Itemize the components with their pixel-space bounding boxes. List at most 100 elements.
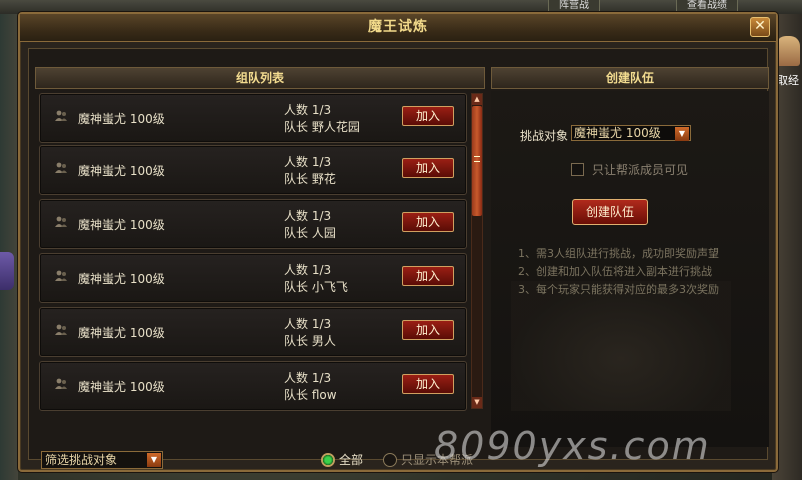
npc-avatar-icon[interactable] [776,36,800,66]
leader-name: 人园 [311,226,336,240]
grip-icon [474,156,480,162]
scroll-down-icon[interactable]: ▼ [472,397,482,408]
count-prefix: 人数 [284,371,309,385]
leader-name: 野人花园 [311,120,360,134]
filter-select[interactable]: 筛选挑战对象 ▼ [41,451,163,469]
member-count: 人数 1/3 [284,315,331,332]
team-row: 魔神蚩尤 100级 人数 1/3 队长 flow 加入 [39,361,467,411]
team-list-header: 组队列表 [35,67,485,89]
watermark: 8090yxs.com [434,424,711,468]
target-select[interactable]: 魔神蚩尤 100级 ▼ [571,125,691,141]
leader-prefix: 队长 [284,334,309,348]
target-label: 挑战对象 [520,129,569,143]
count-value: 1/3 [311,317,332,331]
team-leader: 队长 flow [284,386,337,403]
boss-name: 魔神蚩尤 100级 [78,326,165,340]
team-list-panel: 组队列表 魔神蚩尤 100级 人数 1/3 队长 野人花园 加入 魔神蚩尤 100级 人数… [35,67,487,447]
member-count: 人数 1/3 [284,153,331,170]
team-members-icon [55,162,67,173]
leader-prefix: 队长 [284,280,309,294]
team-members-icon [55,378,67,389]
team-leader: 队长 人园 [284,224,336,241]
checkbox-icon[interactable] [571,163,584,176]
count-value: 1/3 [311,155,332,169]
rule-item: 1、需3人组队进行挑战，成功即奖励声望 [518,247,719,260]
window-title: 魔王试炼 [368,19,428,35]
rule-item: 2、创建和加入队伍将进入副本进行挑战 [518,265,712,278]
count-prefix: 人数 [284,317,309,331]
join-button[interactable]: 加入 [402,212,454,232]
rules-list: 1、需3人组队进行挑战，成功即奖励声望 2、创建和加入队伍将进入副本进行挑战 3… [518,245,764,299]
left-scenery [0,14,18,480]
leader-prefix: 队长 [284,388,309,402]
leader-prefix: 队长 [284,172,309,186]
count-value: 1/3 [311,103,332,117]
team-row: 魔神蚩尤 100级 人数 1/3 队长 男人 加入 [39,307,467,357]
close-button[interactable]: ✕ [750,17,770,37]
team-row: 魔神蚩尤 100级 人数 1/3 队长 野人花园 加入 [39,93,467,143]
boss-name: 魔神蚩尤 100级 [78,272,165,286]
chevron-down-icon[interactable]: ▼ [147,453,161,467]
radio-all[interactable]: 全部 [321,451,363,469]
radio-all-label: 全部 [339,453,364,467]
window-titlebar: 魔王试炼 ✕ [20,14,776,42]
team-row: 魔神蚩尤 100级 人数 1/3 队长 人园 加入 [39,199,467,249]
leader-name: 小飞飞 [311,280,348,294]
guild-only-checkbox[interactable]: 只让帮派成员可见 [571,161,688,178]
team-leader: 队长 野花 [284,170,336,187]
window-body: 组队列表 魔神蚩尤 100级 人数 1/3 队长 野人花园 加入 魔神蚩尤 100级 人数… [28,48,769,469]
member-count: 人数 1/3 [284,261,331,278]
team-leader: 队长 小飞飞 [284,278,348,295]
join-button[interactable]: 加入 [402,158,454,178]
target-value: 魔神蚩尤 100级 [574,126,661,140]
skull-decoration [511,281,731,411]
radio-selected-icon[interactable] [321,453,335,467]
side-quest-icon[interactable] [0,252,14,290]
scroll-thumb[interactable] [472,106,482,216]
rule-item: 3、每个玩家只能获得对应的最多3次奖励 [518,283,719,296]
leader-name: 野花 [311,172,336,186]
create-team-panel: 创建队伍 挑战对象 魔神蚩尤 100级 ▼ 只让帮派成员可见 创建队伍 1、需3… [491,67,769,447]
join-button[interactable]: 加入 [402,266,454,286]
filter-value: 筛选挑战对象 [45,453,118,467]
boss-trial-window: 魔王试炼 ✕ 组队列表 魔神蚩尤 100级 人数 1/3 队长 野人花园 加入 魔神蚩尤… [18,12,778,472]
boss-name: 魔神蚩尤 100级 [78,380,165,394]
team-list: 魔神蚩尤 100级 人数 1/3 队长 野人花园 加入 魔神蚩尤 100级 人数 1/3 队… [35,93,485,415]
radio-unselected-icon[interactable] [383,453,397,467]
tab-view-record[interactable]: 查看战绩 [676,0,738,12]
team-list-scrollbar[interactable]: ▲ ▼ [471,93,483,409]
create-team-header: 创建队伍 [491,67,769,89]
count-value: 1/3 [311,371,332,385]
leader-prefix: 队长 [284,226,309,240]
member-count: 人数 1/3 [284,207,331,224]
team-members-icon [55,270,67,281]
team-row: 魔神蚩尤 100级 人数 1/3 队长 小飞飞 加入 [39,253,467,303]
create-team-body: 挑战对象 魔神蚩尤 100级 ▼ 只让帮派成员可见 创建队伍 1、需3人组队进行… [491,91,769,447]
guild-only-label: 只让帮派成员可见 [592,163,689,177]
team-leader: 队长 野人花园 [284,118,360,135]
member-count: 人数 1/3 [284,101,331,118]
chevron-down-icon[interactable]: ▼ [675,127,689,141]
leader-prefix: 队长 [284,120,309,134]
count-prefix: 人数 [284,155,309,169]
tab-camp-battle[interactable]: 阵营战 [548,0,600,12]
team-members-icon [55,216,67,227]
scroll-up-icon[interactable]: ▲ [472,94,482,105]
count-prefix: 人数 [284,263,309,277]
team-members-icon [55,324,67,335]
count-prefix: 人数 [284,209,309,223]
boss-name: 魔神蚩尤 100级 [78,164,165,178]
leader-name: flow [311,388,337,402]
team-members-icon [55,110,67,121]
team-leader: 队长 男人 [284,332,336,349]
create-team-button[interactable]: 创建队伍 [572,199,648,225]
boss-name: 魔神蚩尤 100级 [78,112,165,126]
join-button[interactable]: 加入 [402,320,454,340]
side-label[interactable]: 取经 [774,72,802,88]
member-count: 人数 1/3 [284,369,331,386]
count-prefix: 人数 [284,103,309,117]
leader-name: 男人 [311,334,336,348]
join-button[interactable]: 加入 [402,374,454,394]
join-button[interactable]: 加入 [402,106,454,126]
count-value: 1/3 [311,209,332,223]
